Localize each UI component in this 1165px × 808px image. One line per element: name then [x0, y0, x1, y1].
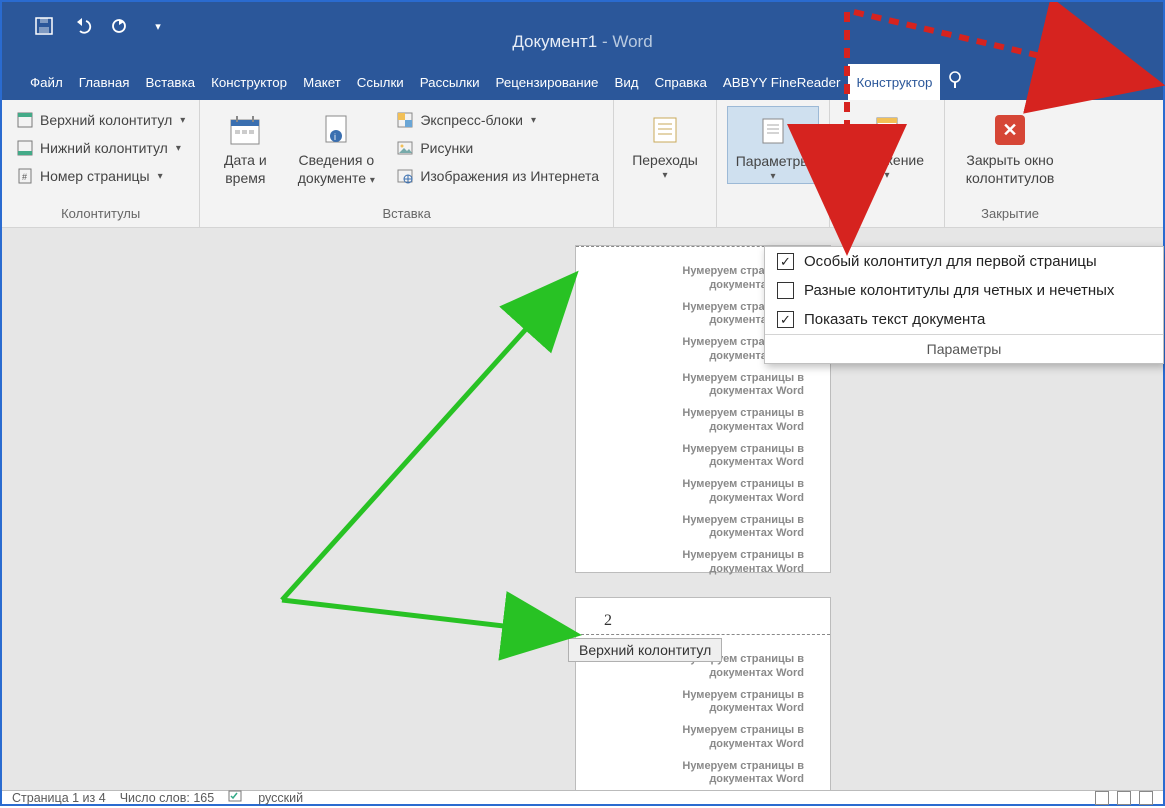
tab-mailings[interactable]: Рассылки: [412, 64, 488, 100]
body-text: Нумеруем страницы вдокументах Word: [602, 760, 804, 788]
tab-home[interactable]: Главная: [71, 64, 138, 100]
option-show-document-text[interactable]: ✓ Показать текст документа: [765, 305, 1163, 334]
ribbon-tabs: Файл Главная Вставка Конструктор Макет С…: [2, 64, 1163, 100]
document-info-icon: i: [318, 112, 354, 148]
quickparts-button[interactable]: Экспресс-блоки▾: [392, 106, 603, 134]
body-text: Нумеруем страницы вдокументах Word: [602, 372, 804, 400]
view-web-icon[interactable]: [1139, 791, 1153, 805]
quickparts-icon: [396, 111, 414, 129]
chevron-down-icon: ▾: [771, 171, 776, 184]
body-text: Нумеруем страницы вдокументах Word: [602, 407, 804, 435]
window-title: Документ1 - Word: [512, 32, 652, 52]
header-button[interactable]: Верхний колонтитул▾: [12, 106, 189, 134]
tab-header-footer-design[interactable]: Конструктор: [848, 64, 940, 100]
checkbox-checked-icon: ✓: [777, 311, 794, 328]
chevron-down-icon: ▾: [176, 143, 181, 154]
tab-abbyy[interactable]: ABBYY FineReader: [715, 64, 849, 100]
page-number-button[interactable]: # Номер страницы▾: [12, 162, 189, 190]
options-button[interactable]: Параметры ▾: [727, 106, 819, 184]
options-dropdown: ✓ Особый колонтитул для первой страницы …: [764, 246, 1164, 364]
chevron-down-icon: ▾: [531, 115, 536, 126]
options-icon: [755, 113, 791, 149]
tab-review[interactable]: Рецензирование: [488, 64, 607, 100]
header-icon: [16, 111, 34, 129]
tab-view[interactable]: Вид: [606, 64, 646, 100]
view-read-icon[interactable]: [1095, 791, 1109, 805]
quick-access-toolbar: ▾: [2, 2, 186, 42]
body-text: Нумеруем страницы вдокументах Word: [602, 478, 804, 506]
checkbox-checked-icon: ✓: [777, 253, 794, 270]
position-button[interactable]: Положение ▾: [840, 106, 934, 182]
save-icon[interactable]: [34, 16, 54, 36]
svg-text:i: i: [334, 132, 336, 142]
chevron-down-icon: ▾: [158, 171, 163, 182]
option-different-first-page[interactable]: ✓ Особый колонтитул для первой страницы: [765, 247, 1163, 276]
footer-button[interactable]: Нижний колонтитул▾: [12, 134, 189, 162]
redo-icon[interactable]: [110, 16, 130, 36]
docinfo-button[interactable]: i Сведения о документе ▾: [288, 106, 384, 187]
ribbon-group-headers-footers: Верхний колонтитул▾ Нижний колонтитул▾ #…: [2, 100, 200, 227]
close-icon: ✕: [992, 112, 1028, 148]
calendar-icon: [227, 112, 263, 148]
ribbon: Верхний колонтитул▾ Нижний колонтитул▾ #…: [2, 100, 1163, 228]
ribbon-group-position: Положение ▾: [830, 100, 945, 227]
transitions-icon: [647, 112, 683, 148]
online-pictures-button[interactable]: Изображения из Интернета: [392, 162, 603, 190]
undo-icon[interactable]: [72, 16, 92, 36]
view-print-icon[interactable]: [1117, 791, 1131, 805]
body-text: Нумеруем страницы вдокументах Word: [602, 689, 804, 717]
chevron-down-icon: ▾: [180, 115, 185, 126]
footer-icon: [16, 139, 34, 157]
body-text: Нумеруем страницы вдокументах Word: [602, 549, 804, 577]
spellcheck-icon[interactable]: [228, 789, 244, 806]
tab-insert[interactable]: Вставка: [138, 64, 204, 100]
ribbon-group-insert: Дата и время i Сведения о документе ▾ Эк…: [200, 100, 614, 227]
ribbon-group-options: Параметры ▾: [717, 100, 830, 227]
page-number-value: 2: [604, 612, 612, 630]
tab-references[interactable]: Ссылки: [349, 64, 412, 100]
ribbon-group-close: ✕ Закрыть окно колонтитулов Закрытие: [945, 100, 1075, 227]
tab-file[interactable]: Файл: [22, 64, 71, 100]
datetime-button[interactable]: Дата и время: [210, 106, 280, 187]
status-words[interactable]: Число слов: 165: [120, 791, 215, 805]
tell-me-icon[interactable]: [946, 70, 966, 94]
chevron-down-icon: ▾: [885, 170, 890, 183]
body-text: Нумеруем страницы вдокументах Word: [602, 514, 804, 542]
online-picture-icon: [396, 167, 414, 185]
chevron-down-icon: ▾: [663, 170, 668, 183]
title-bar: ▾ Документ1 - Word: [2, 2, 1163, 64]
pictures-button[interactable]: Рисунки: [392, 134, 603, 162]
group-label: Вставка: [210, 202, 603, 227]
ribbon-group-navigation: Переходы ▾: [614, 100, 717, 227]
header-tag: Верхний колонтитул: [568, 638, 722, 662]
options-dropdown-footer: Параметры: [765, 334, 1163, 363]
status-bar: Страница 1 из 4 Число слов: 165 русский: [2, 790, 1163, 804]
picture-icon: [396, 139, 414, 157]
document-page-2[interactable]: 2 Верхний колонтитул Нумеруем страницы в…: [576, 598, 830, 790]
tab-help[interactable]: Справка: [647, 64, 715, 100]
position-icon: [869, 112, 905, 148]
page-number-icon: #: [16, 167, 34, 185]
close-header-footer-button[interactable]: ✕ Закрыть окно колонтитулов: [955, 106, 1065, 187]
group-label: Колонтитулы: [12, 202, 189, 227]
group-label: Закрытие: [955, 202, 1065, 227]
checkbox-unchecked-icon: [777, 282, 794, 299]
tab-layout[interactable]: Макет: [295, 64, 349, 100]
transitions-button[interactable]: Переходы ▾: [624, 106, 706, 182]
option-different-odd-even[interactable]: Разные колонтитулы для четных и нечетных: [765, 276, 1163, 305]
qat-more-icon[interactable]: ▾: [148, 16, 168, 36]
doc-name: Документ1: [512, 32, 597, 51]
status-language[interactable]: русский: [258, 791, 303, 805]
status-page[interactable]: Страница 1 из 4: [12, 791, 106, 805]
svg-text:#: #: [22, 172, 27, 182]
chevron-down-icon: ▾: [370, 175, 375, 186]
body-text: Нумеруем страницы вдокументах Word: [602, 443, 804, 471]
body-text: Нумеруем страницы вдокументах Word: [602, 724, 804, 752]
tab-design[interactable]: Конструктор: [203, 64, 295, 100]
